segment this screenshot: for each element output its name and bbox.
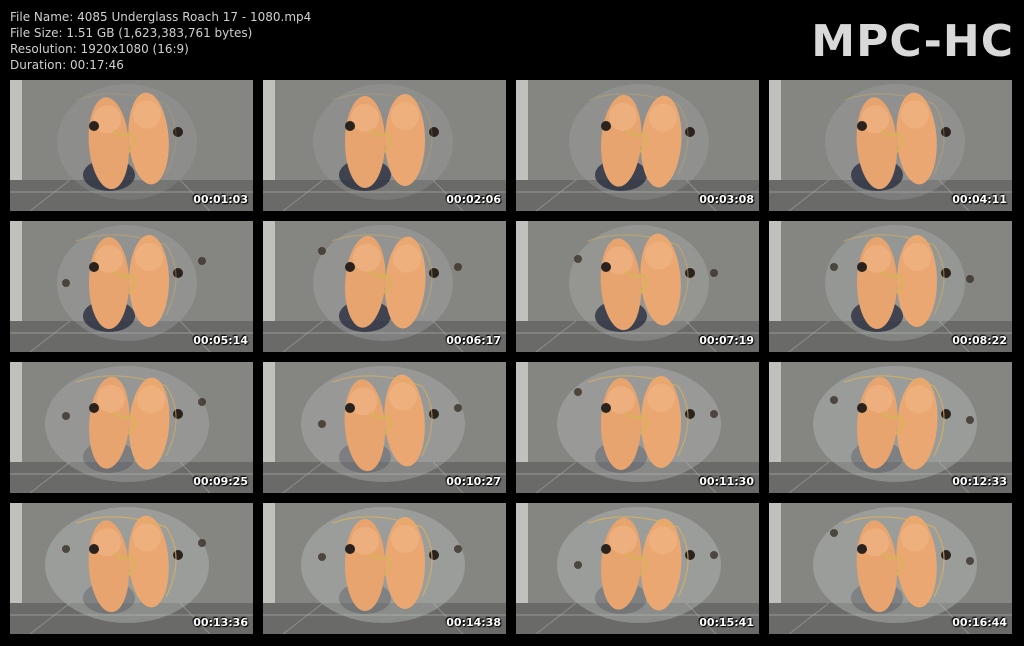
frame-image [10,362,253,493]
video-thumbnail: 00:07:19 [516,221,759,352]
duration: Duration: 00:17:46 [10,58,124,72]
thumbnail-timestamp: 00:04:11 [952,193,1007,206]
thumbnail-timestamp: 00:15:41 [699,616,754,629]
frame-image [769,503,1012,634]
video-thumbnail: 00:10:27 [263,362,506,493]
video-thumbnail: 00:08:22 [769,221,1012,352]
frame-image [10,221,253,352]
thumbnail-timestamp: 00:05:14 [193,334,248,347]
thumbnail-timestamp: 00:08:22 [952,334,1007,347]
thumbnail-timestamp: 00:06:17 [446,334,501,347]
file-size: File Size: 1.51 GB (1,623,383,761 bytes) [10,26,253,40]
frame-image [516,362,759,493]
video-thumbnail: 00:05:14 [10,221,253,352]
thumbnail-grid: 00:01:03 00:02:06 00:03:08 00:04:11 00:05:14… [10,80,1012,636]
frame-image [769,80,1012,211]
thumbnail-timestamp: 00:09:25 [193,475,248,488]
frame-image [516,80,759,211]
thumbnail-timestamp: 00:11:30 [699,475,754,488]
thumbnail-timestamp: 00:14:38 [446,616,501,629]
thumbnail-timestamp: 00:13:36 [193,616,248,629]
thumbnail-timestamp: 00:16:44 [952,616,1007,629]
thumbnail-timestamp: 00:01:03 [193,193,248,206]
frame-image [769,221,1012,352]
thumbnail-timestamp: 00:12:33 [952,475,1007,488]
frame-image [263,80,506,211]
video-thumbnail: 00:11:30 [516,362,759,493]
frame-image [10,80,253,211]
frame-image [769,362,1012,493]
file-name: File Name: 4085 Underglass Roach 17 - 10… [10,10,312,24]
video-thumbnail: 00:12:33 [769,362,1012,493]
video-thumbnail: 00:13:36 [10,503,253,634]
video-thumbnail: 00:02:06 [263,80,506,211]
video-thumbnail: 00:01:03 [10,80,253,211]
video-thumbnail: 00:09:25 [10,362,253,493]
video-thumbnail: 00:16:44 [769,503,1012,634]
frame-image [516,503,759,634]
thumbnail-timestamp: 00:10:27 [446,475,501,488]
frame-image [263,503,506,634]
video-thumbnail: 00:04:11 [769,80,1012,211]
video-thumbnail: 00:03:08 [516,80,759,211]
video-thumbnail: 00:14:38 [263,503,506,634]
video-thumbnail: 00:06:17 [263,221,506,352]
frame-image [516,221,759,352]
frame-image [10,503,253,634]
frame-image [263,221,506,352]
resolution: Resolution: 1920x1080 (16:9) [10,42,189,56]
thumbnail-timestamp: 00:07:19 [699,334,754,347]
frame-image [263,362,506,493]
thumbnail-timestamp: 00:02:06 [446,193,501,206]
video-thumbnail: 00:15:41 [516,503,759,634]
mpc-hc-logo: MPC-HC [811,16,1014,67]
thumbnail-timestamp: 00:03:08 [699,193,754,206]
file-info: File Name: 4085 Underglass Roach 17 - 10… [10,9,311,73]
